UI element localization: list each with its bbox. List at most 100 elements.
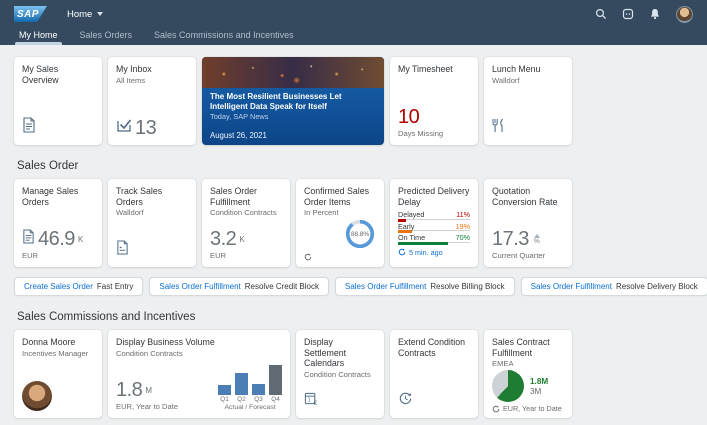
timesheet-days-missing-value: 10 <box>398 107 470 127</box>
tile-subtitle: Walldorf <box>116 208 188 217</box>
link-action-text[interactable]: Create Sales Order <box>24 282 93 291</box>
notifications-bell-icon[interactable] <box>649 8 661 20</box>
volume-scale: M <box>145 386 152 395</box>
fulfillment-scale: K <box>239 235 244 244</box>
sales-order-doc-icon <box>22 229 35 249</box>
link-tile-fast-entry[interactable]: Create Sales OrderFast Entry <box>14 277 143 296</box>
tile-title: Track Sales Orders <box>116 186 188 207</box>
tile-subtitle: In Percent <box>304 208 376 217</box>
copilot-icon[interactable] <box>622 8 634 20</box>
sap-logo[interactable]: SAP <box>14 6 47 22</box>
sales-document-icon <box>22 117 94 138</box>
manage-orders-unit: EUR <box>22 251 94 260</box>
user-avatar[interactable] <box>676 6 693 23</box>
delay-row-value: 11% <box>456 211 470 219</box>
news-date: August 26, 2021 <box>210 131 376 140</box>
contract-pie-chart <box>492 370 524 402</box>
search-icon[interactable] <box>595 8 607 20</box>
tab-sales-orders[interactable]: Sales Orders <box>69 30 144 45</box>
sales-order-tile-row: Manage Sales Orders 46.9 K EUR Track Sal… <box>14 179 707 267</box>
tile-my-sales-overview[interactable]: My Sales Overview <box>14 57 102 145</box>
tile-lunch-menu[interactable]: Lunch Menu Walldorf <box>484 57 572 145</box>
tile-title: Confirmed Sales Order Items <box>304 186 376 207</box>
bar-q2 <box>235 373 248 395</box>
delay-row-value: 70% <box>456 234 470 242</box>
link-action-text[interactable]: Sales Order Fulfillment <box>531 282 612 291</box>
delay-row-label: On Time <box>398 234 425 242</box>
fulfillment-unit: EUR <box>210 251 282 260</box>
tile-news-feed[interactable]: The Most Resilient Businesses Let Intell… <box>202 57 384 145</box>
shell-home-menu[interactable]: Home <box>67 9 103 20</box>
tile-track-sales-orders[interactable]: Track Sales Orders Walldorf <box>108 179 196 267</box>
quarterly-bar-chart: Q1 Q2 Q3 Q4 Actual / Forecast <box>218 362 282 411</box>
link-label-text: Resolve Credit Block <box>245 282 319 291</box>
tile-quotation-conversion-rate[interactable]: Quotation Conversion Rate 17.3 % Current… <box>484 179 572 267</box>
manage-orders-scale: K <box>78 235 83 244</box>
bar-label-q1: Q1 <box>218 396 231 403</box>
tile-contact-donna-moore[interactable]: Donna Moore Incentives Manager <box>14 330 102 418</box>
delay-row-label: Delayed <box>398 211 424 219</box>
tile-display-settlement-calendars[interactable]: Display Settlement Calendars Condition C… <box>296 330 384 418</box>
delay-row-early: Early19% <box>398 223 470 232</box>
link-tile-resolve-delivery-block[interactable]: Sales Order FulfillmentResolve Delivery … <box>521 277 707 296</box>
task-check-icon <box>116 117 132 138</box>
link-action-text[interactable]: Sales Order Fulfillment <box>159 282 240 291</box>
radial-percent-chart: 88.8% <box>344 218 376 255</box>
tile-subtitle: Condition Contracts <box>116 349 282 358</box>
tile-subtitle: Condition Contracts <box>210 208 282 217</box>
quotation-rate-unit: % <box>534 239 540 245</box>
bar-label-q2: Q2 <box>235 396 248 403</box>
tile-my-timesheet[interactable]: My Timesheet 10 Days Missing <box>390 57 478 145</box>
volume-unit: EUR, Year to Date <box>116 402 178 411</box>
meal-fork-knife-icon <box>492 118 564 138</box>
tile-title: Donna Moore <box>22 337 94 348</box>
link-tile-resolve-billing-block[interactable]: Sales Order Fulfillment Resolve Billing B… <box>335 277 515 296</box>
tile-predicted-delivery-delay[interactable]: Predicted Delivery Delay Delayed11%Early… <box>390 179 478 267</box>
tab-my-home[interactable]: My Home <box>8 30 69 45</box>
bar-q4 <box>269 365 282 395</box>
quotation-rate-value: 17.3 <box>492 229 529 249</box>
news-headline: The Most Resilient Businesses Let Intell… <box>210 92 376 111</box>
tile-display-business-volume[interactable]: Display Business Volume Condition Contra… <box>108 330 290 418</box>
tile-title: My Inbox <box>116 64 188 75</box>
shell-home-label: Home <box>67 9 92 20</box>
refresh-indicator[interactable] <box>304 253 312 261</box>
svg-text:1: 1 <box>308 397 311 403</box>
fulfillment-value: 3.2 <box>210 229 236 249</box>
commissions-tile-row: Donna Moore Incentives Manager Display B… <box>14 330 707 418</box>
refresh-timestamp[interactable]: 5 min. ago <box>398 248 470 257</box>
contract-refresh-unit[interactable]: EUR, Year to Date <box>492 404 564 413</box>
news-image <box>202 57 384 88</box>
link-action-text[interactable]: Sales Order Fulfillment <box>345 282 426 291</box>
svg-text:€: € <box>313 400 317 406</box>
section-title-commissions: Sales Commissions and Incentives <box>17 311 707 323</box>
refresh-timestamp-label: 5 min. ago <box>409 248 443 257</box>
quotation-period: Current Quarter <box>492 251 564 260</box>
bar-chart-caption: Actual / Forecast <box>225 404 276 411</box>
tile-my-inbox[interactable]: My Inbox All Items 13 <box>108 57 196 145</box>
link-tile-resolve-credit-block[interactable]: Sales Order Fulfillment Resolve Credit Bl… <box>149 277 329 296</box>
shell-bar: SAP Home <box>0 0 707 28</box>
tile-title: Lunch Menu <box>492 64 564 75</box>
tile-title: Display Business Volume <box>116 337 282 348</box>
bar-label-q3: Q3 <box>252 396 265 403</box>
tile-subtitle: Condition Contracts <box>304 370 376 379</box>
tile-extend-condition-contracts[interactable]: Extend Condition Contracts <box>390 330 478 418</box>
tile-subtitle: Walldorf <box>492 76 564 85</box>
inbox-count: 13 <box>135 118 156 138</box>
trend-up-icon <box>534 234 540 238</box>
tile-manage-sales-orders[interactable]: Manage Sales Orders 46.9 K EUR <box>14 179 102 267</box>
link-label-text: Resolve Billing Block <box>430 282 504 291</box>
tile-sales-order-fulfillment[interactable]: Sales Order Fulfillment Condition Contra… <box>202 179 290 267</box>
contract-unit-label: EUR, Year to Date <box>503 404 562 413</box>
tile-confirmed-sales-order-items[interactable]: Confirmed Sales Order Items In Percent 8… <box>296 179 384 267</box>
delay-row-label: Early <box>398 223 414 231</box>
bar-label-q4: Q4 <box>269 396 282 403</box>
manage-orders-value: 46.9 <box>38 229 75 249</box>
tile-sales-contract-fulfillment[interactable]: Sales Contract Fulfillment EMEA 1.8M 3M … <box>484 330 572 418</box>
tile-subtitle: EMEA <box>492 359 564 368</box>
tile-subtitle: All Items <box>116 76 188 85</box>
tab-sales-commissions-and-incentives[interactable]: Sales Commissions and Incentives <box>143 30 305 45</box>
timesheet-unit: Days Missing <box>398 129 470 138</box>
bar-chart-labels: Q1 Q2 Q3 Q4 <box>218 396 282 403</box>
